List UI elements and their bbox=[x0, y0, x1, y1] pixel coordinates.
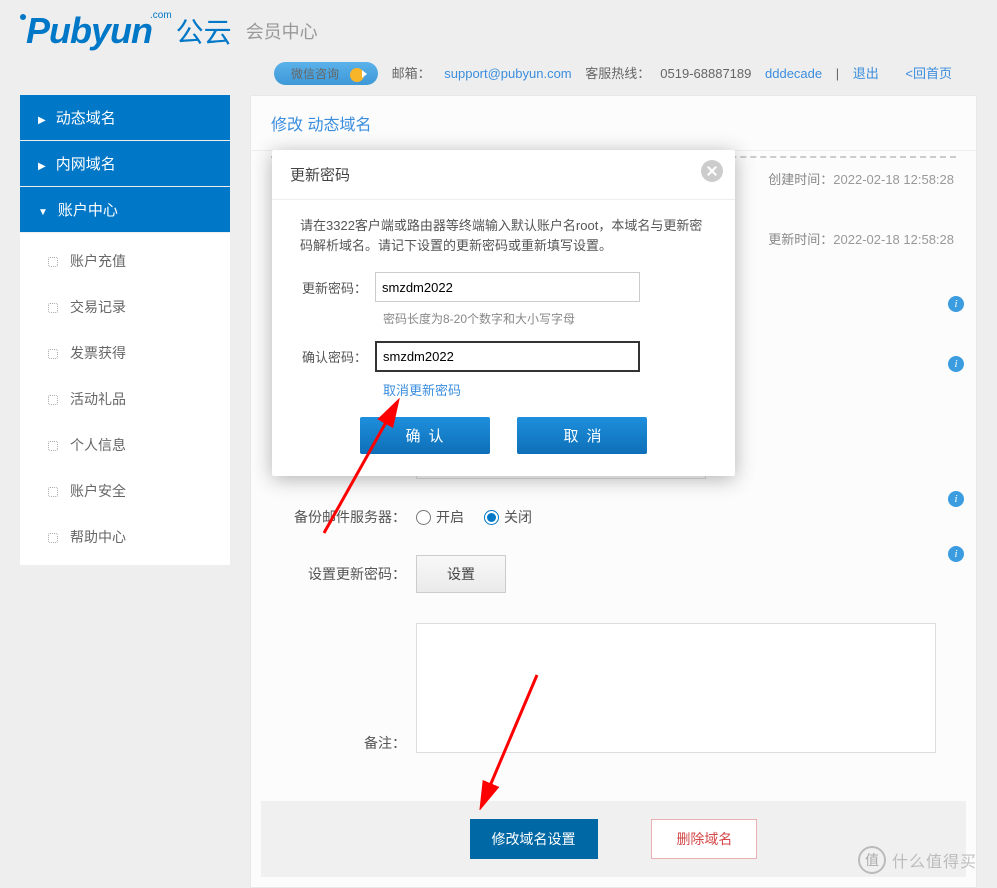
sidebar-sub-security[interactable]: 账户安全 bbox=[20, 468, 230, 514]
header-links: 微信咨询 邮箱： support@pubyun.com 客服热线： 0519-68… bbox=[20, 52, 977, 95]
set-password-label: 设置更新密码： bbox=[271, 564, 416, 584]
sidebar-sub-recharge[interactable]: 账户充值 bbox=[20, 238, 230, 284]
cancel-button[interactable]: 取消 bbox=[517, 417, 647, 454]
sidebar-item-account-center[interactable]: 账户中心 bbox=[20, 187, 230, 233]
confirm-password-input[interactable] bbox=[375, 341, 640, 372]
logo-text: Pubyun bbox=[26, 10, 152, 51]
hotline-label: 客服热线： bbox=[585, 66, 650, 81]
hotline-number: 0519-68887189 bbox=[660, 66, 751, 81]
page-title: 会员中心 bbox=[246, 18, 318, 44]
logo-cn: 公云 bbox=[176, 11, 232, 51]
sidebar-sub-gifts[interactable]: 活动礼品 bbox=[20, 376, 230, 422]
sidebar-sub-invoice[interactable]: 发票获得 bbox=[20, 330, 230, 376]
password-hint: 密码长度为8-20个数字和大小写字母 bbox=[383, 310, 707, 327]
backup-mail-label: 备份邮件服务器： bbox=[271, 507, 416, 527]
username-link[interactable]: dddecade bbox=[765, 66, 822, 81]
watermark-icon: 值 bbox=[858, 846, 886, 874]
submit-domain-button[interactable]: 修改域名设置 bbox=[470, 819, 598, 859]
info-icon[interactable]: i bbox=[948, 491, 964, 507]
close-icon[interactable] bbox=[701, 160, 723, 182]
back-home-link[interactable]: <回首页 bbox=[905, 66, 952, 81]
delete-domain-button[interactable]: 删除域名 bbox=[651, 819, 757, 859]
support-email-link[interactable]: support@pubyun.com bbox=[444, 66, 571, 81]
remark-label: 备注： bbox=[271, 733, 416, 753]
watermark-text: 什么值得买 bbox=[892, 848, 977, 872]
cancel-update-link[interactable]: 取消更新密码 bbox=[383, 380, 461, 399]
confirm-button[interactable]: 确认 bbox=[360, 417, 490, 454]
sidebar-sub-profile[interactable]: 个人信息 bbox=[20, 422, 230, 468]
sidebar: 动态域名 内网域名 账户中心 账户充值 交易记录 发票获得 活动礼品 个人信息 … bbox=[20, 95, 230, 888]
backup-mail-on-radio[interactable]: 开启 bbox=[416, 507, 464, 527]
modal-tip-text: 请在3322客户端或路由器等终端输入默认账户名root，本域名与更新密码解析域名… bbox=[300, 216, 707, 256]
breadcrumb: 修改 动态域名 bbox=[251, 96, 976, 151]
separator: | bbox=[836, 66, 839, 81]
logo: Pubyun.com bbox=[20, 10, 172, 52]
backup-mail-off-radio[interactable]: 关闭 bbox=[484, 507, 532, 527]
sidebar-sub-help[interactable]: 帮助中心 bbox=[20, 514, 230, 560]
info-icon[interactable]: i bbox=[948, 296, 964, 312]
wechat-consult-button[interactable]: 微信咨询 bbox=[274, 62, 378, 85]
sidebar-item-dynamic-domain[interactable]: 动态域名 bbox=[20, 95, 230, 141]
modal-title: 更新密码 bbox=[290, 167, 350, 184]
sidebar-sub-transactions[interactable]: 交易记录 bbox=[20, 284, 230, 330]
remark-textarea[interactable] bbox=[416, 623, 936, 753]
sidebar-item-intranet-domain[interactable]: 内网域名 bbox=[20, 141, 230, 187]
logo-com: .com bbox=[150, 10, 172, 21]
timestamps: 创建时间：2022-02-18 12:58:28 更新时间：2022-02-18… bbox=[768, 166, 954, 286]
new-password-input[interactable] bbox=[375, 272, 640, 302]
confirm-password-label: 确认密码： bbox=[300, 347, 375, 366]
email-label: 邮箱： bbox=[392, 66, 431, 81]
set-password-button[interactable]: 设置 bbox=[416, 555, 506, 593]
watermark: 值 什么值得买 bbox=[858, 846, 977, 874]
logout-link[interactable]: 退出 bbox=[853, 66, 879, 81]
new-password-label: 更新密码： bbox=[300, 278, 375, 297]
update-password-modal: 更新密码 请在3322客户端或路由器等终端输入默认账户名root，本域名与更新密… bbox=[272, 150, 735, 476]
info-icon[interactable]: i bbox=[948, 356, 964, 372]
